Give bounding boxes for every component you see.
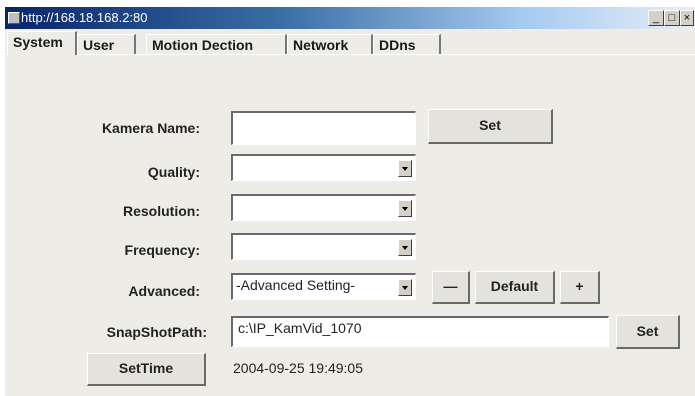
advanced-select[interactable]: -Advanced Setting- bbox=[231, 273, 416, 300]
advanced-minus-button[interactable]: — bbox=[432, 271, 470, 304]
advanced-label: Advanced: bbox=[128, 283, 200, 299]
title-bar: http://168.18.168.2:80 _ □ × bbox=[5, 7, 695, 29]
tab-divider bbox=[5, 54, 695, 55]
kamera-name-input[interactable] bbox=[231, 111, 416, 145]
frequency-label: Frequency: bbox=[124, 242, 200, 258]
default-button[interactable]: Default bbox=[475, 271, 555, 304]
tab-bar: System User Motion Dection Network DDns bbox=[5, 31, 695, 55]
app-window: http://168.18.168.2:80 _ □ × System User… bbox=[5, 7, 695, 396]
advanced-dropdown-icon[interactable] bbox=[398, 279, 412, 296]
minimize-button[interactable]: _ bbox=[648, 10, 664, 26]
quality-dropdown-icon[interactable] bbox=[398, 160, 412, 177]
window-title: http://168.18.168.2:80 bbox=[21, 10, 148, 25]
resolution-dropdown-icon[interactable] bbox=[398, 200, 412, 217]
tab-ddns[interactable]: DDns bbox=[373, 34, 441, 55]
tab-motion-detection[interactable]: Motion Dection bbox=[146, 34, 287, 55]
quality-select[interactable] bbox=[231, 154, 416, 181]
advanced-plus-button[interactable]: + bbox=[560, 271, 600, 304]
snapshot-path-input[interactable]: c:\IP_KamVid_1070 bbox=[231, 316, 609, 347]
frequency-dropdown-icon[interactable] bbox=[398, 239, 412, 256]
tab-network[interactable]: Network bbox=[287, 34, 373, 55]
quality-label: Quality: bbox=[147, 164, 200, 180]
maximize-button[interactable]: □ bbox=[664, 10, 680, 26]
resolution-select[interactable] bbox=[231, 194, 416, 221]
close-button[interactable]: × bbox=[680, 10, 694, 26]
tab-system[interactable]: System bbox=[7, 31, 77, 55]
kamera-name-label: Kamera Name: bbox=[101, 120, 200, 136]
set-time-button[interactable]: SetTime bbox=[87, 353, 206, 386]
resolution-label: Resolution: bbox=[123, 203, 200, 219]
browser-icon bbox=[8, 12, 20, 24]
tab-user[interactable]: User bbox=[77, 34, 136, 55]
frequency-select[interactable] bbox=[231, 233, 416, 260]
kamera-name-set-button[interactable]: Set bbox=[428, 109, 553, 144]
current-time-value: 2004-09-25 19:49:05 bbox=[233, 360, 363, 376]
snapshot-set-button[interactable]: Set bbox=[616, 315, 680, 349]
snapshot-path-label: SnapShotPath: bbox=[106, 324, 207, 340]
